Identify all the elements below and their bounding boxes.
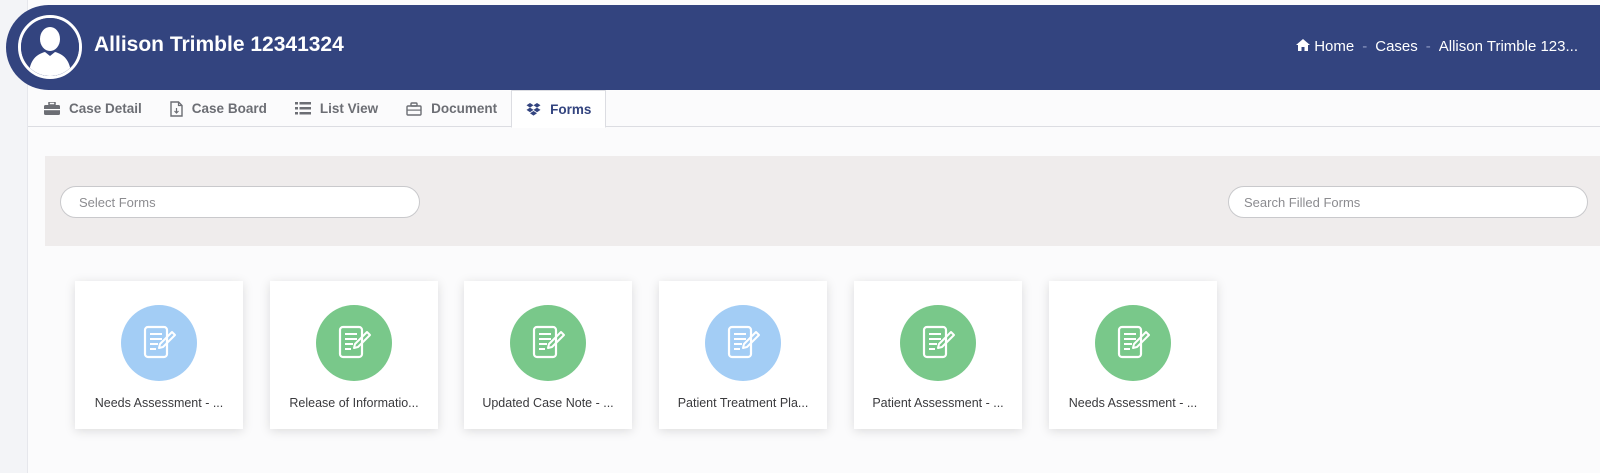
tab-label: Document <box>431 101 498 116</box>
dropbox-icon <box>526 102 541 116</box>
breadcrumb-separator: - <box>1362 38 1368 55</box>
form-edit-icon <box>316 305 392 381</box>
form-card[interactable]: Patient Assessment - ... <box>854 281 1022 429</box>
search-filled-forms-input[interactable] <box>1228 186 1588 218</box>
form-card-label: Updated Case Note - ... <box>482 396 614 410</box>
tab-label: List View <box>319 101 379 116</box>
form-card[interactable]: Updated Case Note - ... <box>464 281 632 429</box>
home-icon[interactable] <box>1296 38 1311 55</box>
folder-icon <box>406 101 422 116</box>
tab-label: Case Detail <box>69 101 142 116</box>
page-title: Allison Trimble 12341324 <box>94 33 344 56</box>
breadcrumb-current: Allison Trimble 123... <box>1438 38 1578 55</box>
form-card-label: Patient Assessment - ... <box>872 396 1004 410</box>
form-card[interactable]: Needs Assessment - ... <box>75 281 243 429</box>
avatar <box>18 15 82 79</box>
select-forms-input[interactable] <box>60 186 420 218</box>
form-card[interactable]: Needs Assessment - ... <box>1049 281 1217 429</box>
breadcrumb-cases[interactable]: Cases <box>1375 38 1418 55</box>
tab-case-detail[interactable]: Case Detail <box>28 90 156 127</box>
case-tabs: Case Detail Case Board List View Documen… <box>28 90 1600 128</box>
breadcrumb-separator: - <box>1425 38 1431 55</box>
form-card-label: Release of Informatio... <box>289 396 419 410</box>
breadcrumb: Home - Cases - Allison Trimble 123... <box>1296 38 1578 55</box>
tab-list-view[interactable]: List View <box>281 90 392 127</box>
case-header: Allison Trimble 12341324 Home - Cases - … <box>6 5 1600 90</box>
form-edit-icon <box>900 305 976 381</box>
form-card[interactable]: Release of Informatio... <box>270 281 438 429</box>
list-icon <box>294 102 311 115</box>
tab-document[interactable]: Document <box>392 90 511 127</box>
form-edit-icon <box>705 305 781 381</box>
breadcrumb-home[interactable]: Home <box>1314 38 1354 55</box>
briefcase-icon <box>44 102 60 115</box>
tab-label: Case Board <box>191 101 267 116</box>
form-card-label: Needs Assessment - ... <box>1068 396 1198 410</box>
tab-label: Forms <box>550 101 592 117</box>
forms-filter-bar <box>45 156 1600 246</box>
form-edit-icon <box>1095 305 1171 381</box>
form-edit-icon <box>121 305 197 381</box>
file-document-icon <box>170 100 183 117</box>
user-silhouette-icon <box>21 18 79 76</box>
tab-forms[interactable]: Forms <box>511 90 607 128</box>
form-card[interactable]: Patient Treatment Pla... <box>659 281 827 429</box>
tab-case-board[interactable]: Case Board <box>156 90 281 127</box>
form-card-label: Needs Assessment - ... <box>94 396 224 410</box>
form-edit-icon <box>510 305 586 381</box>
form-card-label: Patient Treatment Pla... <box>677 396 809 410</box>
